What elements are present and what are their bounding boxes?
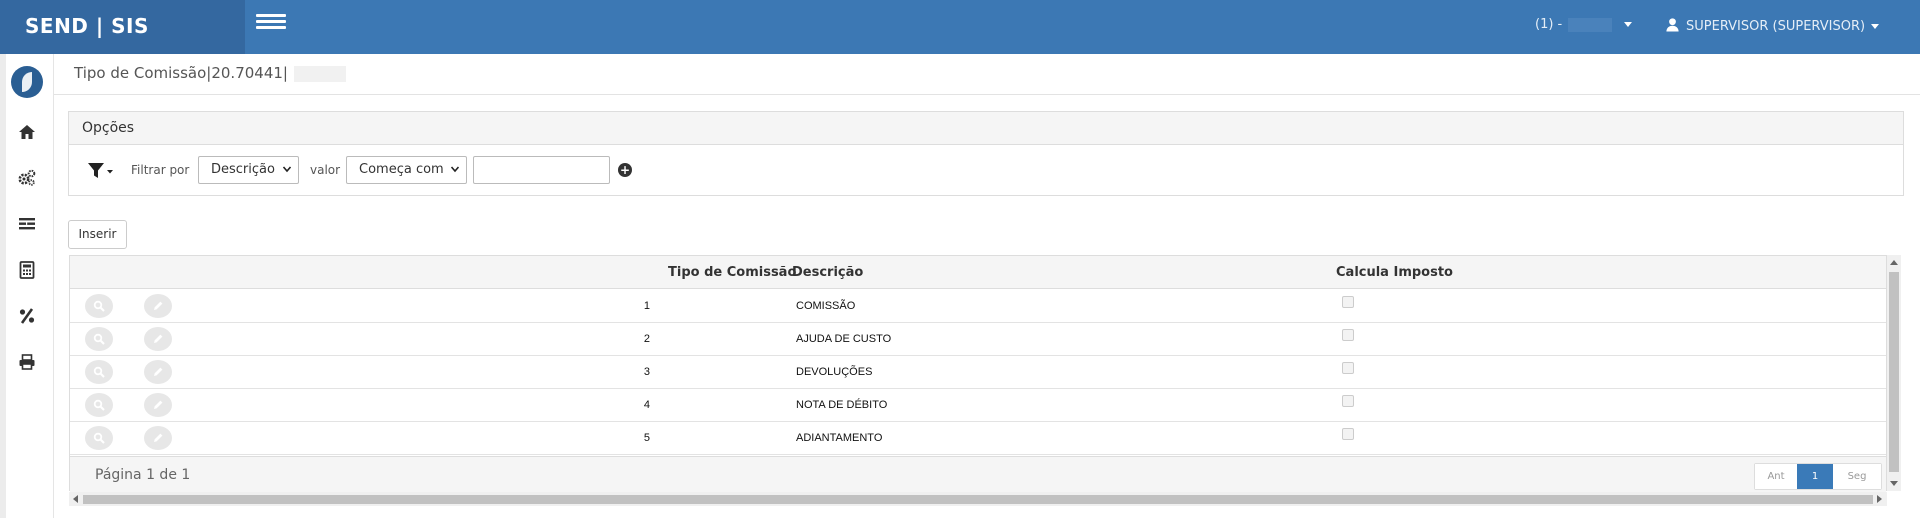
commission-type-grid: Tipo de Comissão Descrição Calcula Impos… (69, 255, 1887, 492)
divider (54, 94, 1920, 95)
user-icon (1666, 18, 1679, 32)
filter-field-value: Descrição (211, 162, 275, 177)
view-button[interactable] (85, 393, 113, 417)
calculator-icon[interactable] (17, 260, 37, 280)
grid-header: Tipo de Comissão Descrição Calcula Impos… (70, 256, 1886, 289)
grid-footer: Página 1 de 1 Ant 1 Seg (70, 456, 1886, 492)
table-row[interactable]: 2 AJUDA DE CUSTO (70, 323, 1886, 356)
search-icon (93, 432, 105, 444)
calcula-imposto-checkbox[interactable] (1342, 329, 1354, 341)
company-name-redacted (1568, 17, 1613, 32)
scroll-left-icon[interactable] (73, 495, 78, 503)
search-icon (93, 333, 105, 345)
filter-field-select[interactable]: Descrição (198, 156, 299, 184)
calcula-imposto-checkbox[interactable] (1342, 362, 1354, 374)
commission-description: COMISSÃO (796, 300, 856, 312)
view-button[interactable] (85, 294, 113, 318)
chevron-down-icon (283, 166, 291, 173)
commission-description: NOTA DE DÉBITO (796, 399, 888, 411)
operator-select[interactable]: Começa com (346, 156, 467, 184)
chevron-down-icon (1871, 24, 1880, 29)
view-button[interactable] (85, 426, 113, 450)
user-label: SUPERVISOR (SUPERVISOR) (1686, 19, 1866, 34)
user-menu[interactable]: SUPERVISOR (SUPERVISOR) (1665, 17, 1880, 34)
add-filter-icon[interactable]: + (618, 163, 632, 177)
gears-icon[interactable] (17, 168, 37, 188)
view-button[interactable] (85, 360, 113, 384)
pencil-icon (154, 433, 163, 442)
scroll-thumb[interactable] (83, 495, 1873, 504)
page-info: Página 1 de 1 (95, 467, 191, 483)
breadcrumb: Tipo de Comissão|20.70441| (74, 64, 346, 82)
breadcrumb-redacted (293, 65, 346, 82)
search-icon (93, 300, 105, 312)
commission-description: AJUDA DE CUSTO (796, 333, 892, 345)
top-navbar: SEND | SIS (1) - SUPERVISOR (SUPERVISOR) (0, 0, 1920, 54)
value-label: valor (310, 163, 341, 177)
column-header-tipo[interactable]: Tipo de Comissão (668, 265, 796, 280)
table-row[interactable]: 3 DEVOLUÇÕES (70, 356, 1886, 389)
insert-button[interactable]: Inserir (68, 220, 127, 249)
prev-page-button[interactable]: Ant (1755, 464, 1797, 489)
operator-value: Começa com (359, 162, 444, 177)
commission-type-id: 4 (643, 399, 650, 411)
menu-toggle-icon[interactable] (256, 14, 286, 36)
commission-type-id: 5 (643, 432, 650, 444)
commission-description: ADIANTAMENTO (796, 432, 883, 444)
page-title: Tipo de Comissão|20.70441| (74, 64, 288, 82)
table-row[interactable]: 4 NOTA DE DÉBITO (70, 389, 1886, 422)
calcula-imposto-checkbox[interactable] (1342, 428, 1354, 440)
page-1-button[interactable]: 1 (1797, 464, 1833, 489)
filter-row: Filtrar por Descrição valor Começa com + (69, 145, 1903, 197)
edit-button[interactable] (144, 360, 172, 384)
filter-icon[interactable] (87, 162, 115, 180)
pencil-icon (154, 301, 163, 310)
commission-type-id: 2 (643, 333, 650, 345)
column-header-calcula-imposto[interactable]: Calcula Imposto (1336, 265, 1453, 280)
search-icon (93, 399, 105, 411)
commission-description: DEVOLUÇÕES (796, 366, 873, 378)
table-row[interactable]: 5 ADIANTAMENTO (70, 422, 1886, 455)
edit-button[interactable] (144, 327, 172, 351)
vertical-scrollbar[interactable] (1887, 255, 1901, 491)
calcula-imposto-checkbox[interactable] (1342, 395, 1354, 407)
next-page-button[interactable]: Seg (1833, 464, 1881, 489)
column-header-descricao[interactable]: Descrição (792, 265, 863, 280)
options-panel: Opções Filtrar por Descrição valor Começ… (68, 111, 1904, 196)
edit-button[interactable] (144, 294, 172, 318)
sidebar (0, 54, 54, 518)
company-label: (1) - (1535, 17, 1563, 32)
scroll-down-icon[interactable] (1890, 481, 1898, 486)
logo-icon[interactable] (11, 66, 43, 98)
options-title: Opções (69, 112, 1903, 145)
table-row[interactable]: 1 COMISSÃO (70, 290, 1886, 323)
calcula-imposto-checkbox[interactable] (1342, 296, 1354, 308)
pencil-icon (154, 334, 163, 343)
edit-button[interactable] (144, 426, 172, 450)
scroll-up-icon[interactable] (1890, 260, 1898, 265)
list-icon[interactable] (17, 214, 37, 234)
commission-type-id: 1 (643, 300, 650, 312)
company-selector[interactable]: (1) - (1535, 17, 1633, 32)
pencil-icon (154, 367, 163, 376)
chevron-down-icon (451, 166, 459, 173)
sidebar-rail (0, 54, 6, 518)
scroll-thumb[interactable] (1889, 272, 1899, 472)
scroll-right-icon[interactable] (1877, 495, 1882, 503)
pagination: Ant 1 Seg (1754, 463, 1882, 490)
commission-type-id: 3 (643, 366, 650, 378)
pencil-icon (154, 400, 163, 409)
filter-value-input[interactable] (473, 156, 610, 184)
percent-icon[interactable] (17, 306, 37, 326)
chevron-down-icon (1624, 22, 1633, 27)
horizontal-scrollbar[interactable] (69, 492, 1887, 506)
search-icon (93, 366, 105, 378)
edit-button[interactable] (144, 393, 172, 417)
print-icon[interactable] (17, 352, 37, 372)
app-brand[interactable]: SEND | SIS (0, 0, 245, 54)
view-button[interactable] (85, 327, 113, 351)
home-icon[interactable] (17, 122, 37, 142)
filter-by-label: Filtrar por (131, 163, 190, 177)
